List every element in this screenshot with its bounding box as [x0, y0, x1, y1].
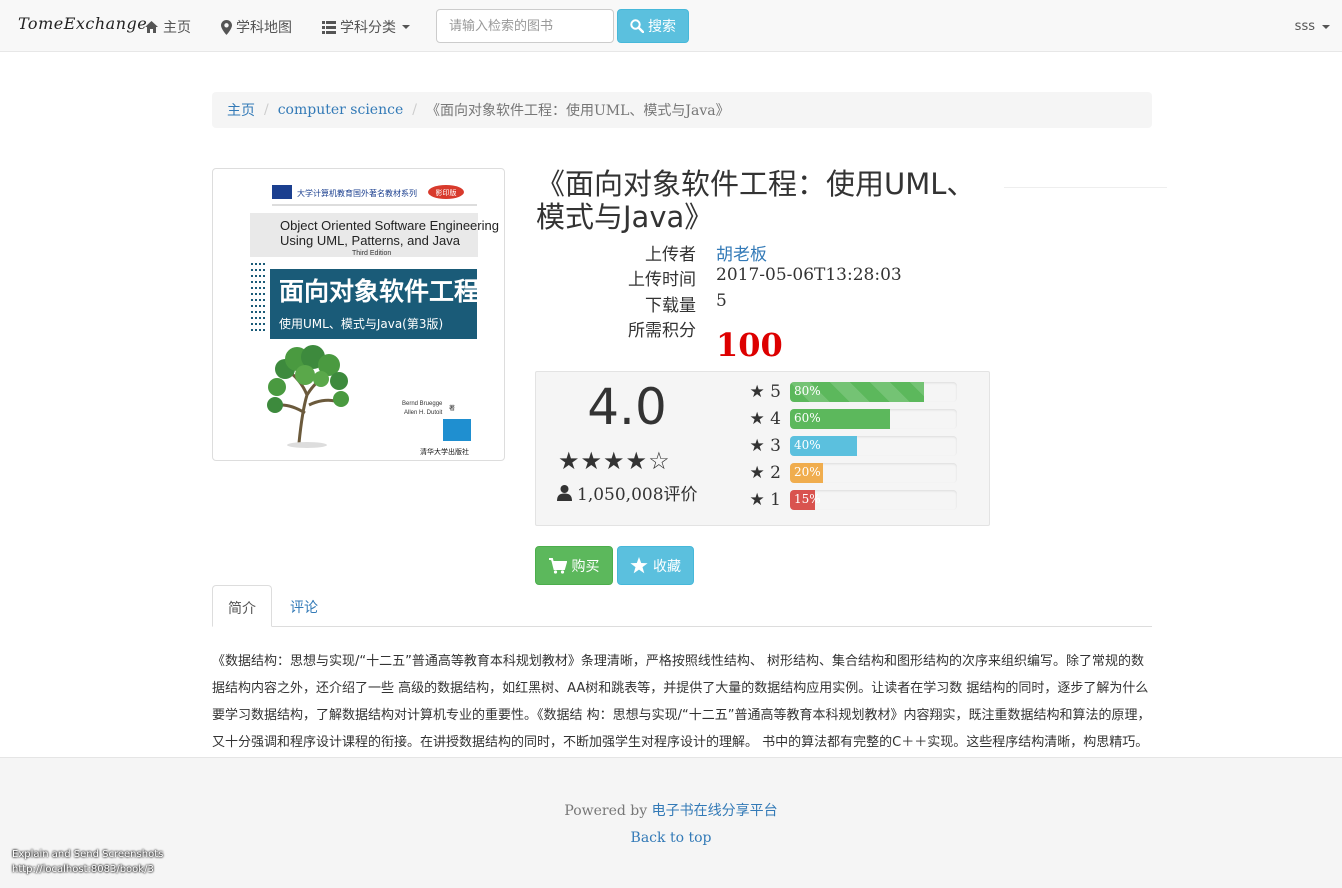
upload-time-value: 2017-05-06T13:28:03: [716, 265, 902, 285]
cover-title-cn: 面向对象软件工程: [279, 277, 479, 306]
brand-logo[interactable]: TomeExchange: [18, 14, 147, 33]
overlay-text: Explain and Send Screenshots: [12, 849, 164, 860]
rating-bar-label: ★ 1: [749, 490, 781, 510]
cover-title-en-2: Using UML, Patterns, and Java: [280, 233, 461, 248]
rating-stars: ★★★★☆: [558, 447, 671, 475]
breadcrumb-home-link[interactable]: 主页: [227, 100, 255, 120]
cover-publisher: 清华大学出版社: [420, 447, 469, 456]
nav-home-label: 主页: [163, 20, 191, 36]
breadcrumb-category-link[interactable]: computer science: [278, 102, 404, 118]
platform-link[interactable]: 电子书在线分享平台: [652, 803, 778, 819]
nav-subject-category-label: 学科分类: [340, 20, 396, 36]
tab-intro[interactable]: 简介: [212, 585, 272, 627]
search-button-label: 搜索: [648, 19, 676, 35]
rating-bar-row: ★ 1 15%: [741, 490, 961, 510]
points-value: 100: [716, 326, 783, 364]
cover-edition: Third Edition: [352, 250, 391, 257]
breadcrumb-separator: /: [264, 102, 269, 118]
rating-bar-fill: 15%: [790, 490, 821, 510]
home-icon: [145, 21, 158, 33]
rating-bar-row: ★ 2 20%: [741, 463, 961, 483]
downloads-label: 下载量: [645, 296, 696, 316]
book-cover-thumbnail: 大学计算机教育国外著名教材系列 影印版 Object Oriented Soft…: [212, 168, 505, 461]
chevron-down-icon: [1322, 24, 1330, 29]
cover-author-1: Bernd Bruegge: [402, 401, 443, 407]
star-icon: [630, 557, 648, 574]
breadcrumb: 主页 / computer science / 《面向对象软件工程：使用UML、…: [212, 92, 1152, 128]
rating-bar-track: 40%: [790, 436, 957, 456]
rating-bar-track: 80%: [790, 382, 957, 402]
rating-score: 4.0: [587, 378, 667, 436]
rating-bar-fill: 40%: [790, 436, 857, 456]
powered-by-prefix: Powered by: [564, 803, 652, 819]
rating-bar-track: 15%: [790, 490, 957, 510]
cover-author-mark: 著: [449, 404, 455, 412]
uploader-label: 上传者: [645, 245, 696, 265]
rating-bar-label: ★ 5: [749, 382, 781, 402]
book-description: 《数据结构：思想与实现/“十二五”普通高等教育本科规划教材》条理清晰，严格按照线…: [212, 654, 1151, 750]
favorite-button-label: 收藏: [653, 558, 681, 575]
book-cover-image: 大学计算机教育国外著名教材系列 影印版 Object Oriented Soft…: [217, 173, 500, 456]
downloads-value: 5: [716, 291, 727, 311]
rating-bar-row: ★ 5 80%: [741, 382, 961, 402]
user-menu-dropdown[interactable]: sss: [1295, 19, 1330, 34]
rating-summary: 4.0 ★★★★☆ 1,050,008评价 ★ 5 80% ★ 4 60% ★ …: [535, 371, 990, 526]
buy-button-label: 购买: [571, 558, 600, 575]
tab-comments[interactable]: 评论: [275, 585, 333, 627]
cover-title-en-1: Object Oriented Software Engineering: [280, 218, 499, 233]
rating-count-text: 1,050,008评价: [577, 485, 698, 505]
nav-subject-map-label: 学科地图: [236, 20, 292, 36]
powered-by: Powered by 电子书在线分享平台: [0, 800, 1342, 820]
rating-count: 1,050,008评价: [556, 480, 698, 505]
search-icon: [630, 19, 644, 33]
search-input[interactable]: [436, 9, 614, 43]
nav-subject-map[interactable]: 学科地图: [221, 17, 292, 37]
rating-bar-fill: 60%: [790, 409, 891, 429]
search-button[interactable]: 搜索: [617, 9, 689, 43]
cover-subtitle-cn: 使用UML、模式与Java(第3版): [279, 316, 443, 331]
rating-bar-row: ★ 3 40%: [741, 436, 961, 456]
rating-bar-label: ★ 2: [749, 463, 781, 483]
list-icon: [322, 20, 336, 34]
favorite-button[interactable]: 收藏: [617, 546, 694, 585]
tab-bar: 简介 评论: [212, 585, 1152, 627]
rating-bar-label: ★ 4: [749, 409, 781, 429]
uploader-link[interactable]: 胡老板: [716, 240, 767, 265]
rating-bar-track: 60%: [790, 409, 957, 429]
breadcrumb-current: 《面向对象软件工程：使用UML、模式与Java》: [425, 103, 730, 119]
cover-series: 大学计算机教育国外著名教材系列: [297, 188, 417, 198]
page-title: 《面向对象软件工程：使用UML、模式与Java》: [536, 167, 976, 234]
user-name: sss: [1294, 19, 1315, 34]
user-icon: [557, 485, 572, 501]
rating-bar-label: ★ 3: [749, 436, 781, 456]
breadcrumb-separator: /: [412, 102, 417, 118]
rating-bar-fill: 20%: [790, 463, 824, 483]
footer: Powered by 电子书在线分享平台 Back to top: [0, 757, 1342, 888]
chevron-down-icon: [402, 25, 410, 29]
points-label: 所需积分: [628, 321, 696, 341]
navbar: TomeExchange 主页 学科地图 学科分类 搜索 sss: [0, 0, 1342, 52]
divider: [1004, 187, 1167, 188]
nav-home[interactable]: 主页: [144, 17, 191, 37]
buy-button[interactable]: 购买: [535, 546, 613, 585]
upload-time-label: 上传时间: [628, 270, 696, 290]
overlay-url: http://localhost:8083/book/3: [12, 864, 154, 875]
cover-author-2: Allen H. Dutoit: [404, 410, 443, 416]
rating-bar-row: ★ 4 60%: [741, 409, 961, 429]
shopping-cart-icon: [548, 557, 567, 574]
back-to-top: Back to top: [0, 830, 1342, 846]
map-marker-icon: [221, 19, 232, 35]
cover-badge: 影印版: [436, 188, 457, 197]
rating-bar-fill: 80%: [790, 382, 924, 402]
back-to-top-link[interactable]: Back to top: [631, 830, 712, 846]
nav-subject-category-dropdown[interactable]: 学科分类: [322, 17, 410, 37]
rating-bar-track: 20%: [790, 463, 957, 483]
